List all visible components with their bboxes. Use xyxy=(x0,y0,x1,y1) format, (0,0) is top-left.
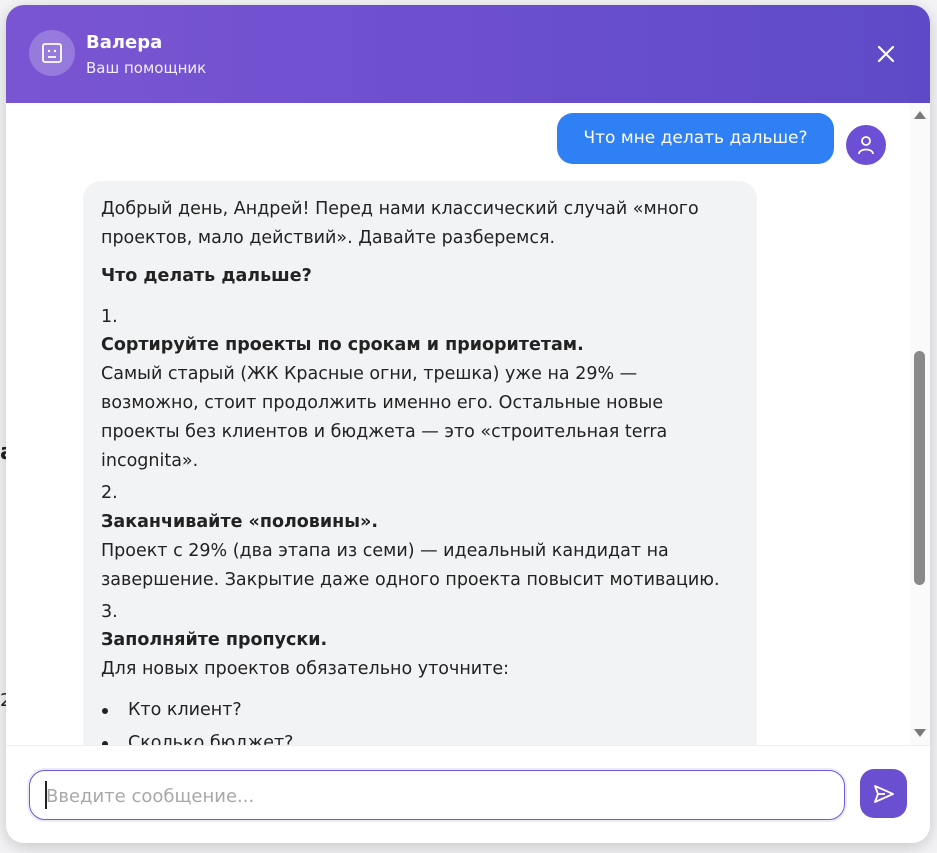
message-input-box[interactable] xyxy=(29,770,845,821)
step-text: Для новых проектов обязательно уточните: xyxy=(101,659,510,679)
send-button[interactable] xyxy=(860,769,907,818)
message-list[interactable]: Что мне делать дальше? Добрый день, Андр… xyxy=(6,103,910,745)
bot-face-icon xyxy=(42,43,62,63)
send-icon xyxy=(874,785,894,803)
message-composer xyxy=(6,745,930,843)
step-text: Самый старый (ЖК Красные огни, трешка) у… xyxy=(101,364,638,384)
scroll-thumb[interactable] xyxy=(914,351,925,585)
scroll-up-arrow-icon[interactable] xyxy=(914,111,926,119)
chat-widget: Валера Ваш помощник Что мне делать дальш… xyxy=(6,5,930,843)
step-title: Сортируйте проекты по срокам и приоритет… xyxy=(101,335,584,355)
text-caret xyxy=(45,781,47,809)
step-title: Заполняйте пропуски. xyxy=(101,630,328,650)
step-number: 2. xyxy=(101,483,118,503)
bot-heading: Что делать дальше? xyxy=(101,266,312,286)
user-icon xyxy=(858,136,874,155)
user-avatar xyxy=(846,125,886,165)
close-icon xyxy=(877,45,895,63)
bullet-item: Кто клиент? xyxy=(128,700,242,720)
chat-header: Валера Ваш помощник xyxy=(6,5,930,103)
bullet-dot xyxy=(102,708,108,714)
close-button[interactable] xyxy=(872,40,900,68)
bot-intro-line: Добрый день, Андрей! Перед нами классиче… xyxy=(101,199,699,219)
bot-intro-line: проектов, мало действий». Давайте разбер… xyxy=(101,228,556,248)
bot-subtitle: Ваш помощник xyxy=(86,59,207,77)
message-input[interactable] xyxy=(44,771,838,821)
step-text: возможно, стоит продолжить именно его. О… xyxy=(101,393,664,413)
step-text: incognita». xyxy=(101,451,199,471)
bullet-item: Сколько бюджет? xyxy=(128,733,294,745)
user-message-bubble: Что мне делать дальше? xyxy=(557,113,834,164)
scroll-down-arrow-icon[interactable] xyxy=(914,729,926,737)
step-text: проекты без клиентов и бюджета — это «ст… xyxy=(101,422,668,442)
step-title: Заканчивайте «половины». xyxy=(101,512,379,532)
bot-avatar xyxy=(29,30,75,76)
bot-message-bubble: Добрый день, Андрей! Перед нами классиче… xyxy=(83,181,757,745)
step-number: 1. xyxy=(101,307,118,327)
step-text: завершение. Закрытие даже одного проекта… xyxy=(101,570,720,590)
bot-name: Валера xyxy=(86,32,163,53)
step-number: 3. xyxy=(101,602,118,622)
step-text: Проект с 29% (два этапа из семи) — идеал… xyxy=(101,541,669,561)
message-scrollbar[interactable] xyxy=(910,103,930,745)
